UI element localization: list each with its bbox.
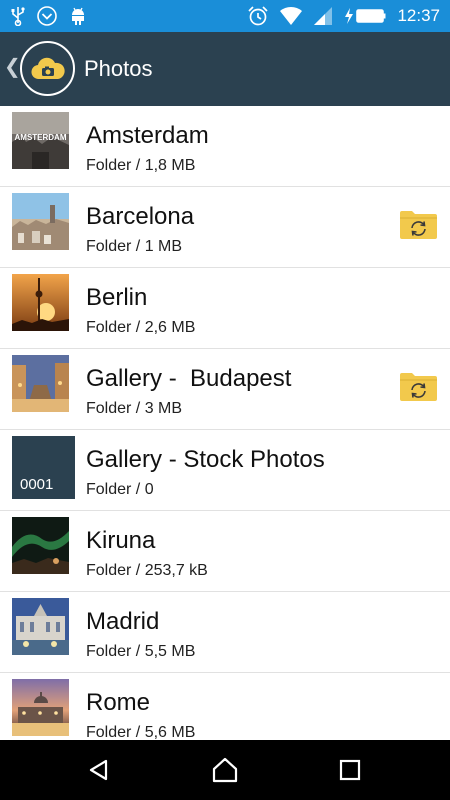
folder-row-barcelona[interactable]: Barcelona Folder / 1 MB <box>0 187 450 268</box>
page-title: Photos <box>84 56 153 81</box>
berlin-photo <box>12 274 69 331</box>
folder-name: Gallery - Budapest <box>86 365 292 392</box>
kiruna-photo <box>12 517 69 574</box>
barcelona-photo <box>12 193 69 250</box>
folder-name: Rome <box>86 689 151 716</box>
budapest-photo <box>12 355 69 412</box>
folder-name: Kiruna <box>86 527 156 554</box>
folder-info: Folder / 0 <box>86 481 154 498</box>
folder-row-kiruna[interactable]: Kiruna Folder / 253,7 kB <box>0 511 450 592</box>
back-triangle-icon[interactable] <box>83 754 115 786</box>
amsterdam-thumb-text: AMSTERDAM <box>15 133 67 142</box>
folder-name: Berlin <box>86 284 148 311</box>
folder-row-madrid[interactable]: Madrid Folder / 5,5 MB <box>0 592 450 673</box>
home-icon[interactable] <box>209 754 241 786</box>
rome-photo <box>12 679 69 736</box>
folder-info: Folder / 3 MB <box>86 400 183 417</box>
signal-icon <box>313 6 333 26</box>
folder-row-rome[interactable]: Rome Folder / 5,6 MB <box>0 673 450 740</box>
folder-name: Madrid <box>86 608 160 635</box>
folder-name: Amsterdam <box>86 122 209 149</box>
folder-list: AMSTERDAM Amsterdam Folder / 1,8 MB Barc… <box>0 106 450 740</box>
clock-time: 12:37 <box>397 6 440 25</box>
folder-name: Gallery - Stock Photos <box>86 446 325 473</box>
folder-row-stock-photos[interactable]: 0001 Gallery - Stock Photos Folder / 0 <box>0 430 450 511</box>
charging-battery-icon <box>343 6 387 26</box>
download-circle-icon <box>36 5 58 27</box>
usb-icon <box>10 6 26 26</box>
cloud-camera-icon[interactable] <box>20 41 75 96</box>
thumbnail-counter: 0001 <box>20 476 54 493</box>
folder-info: Folder / 253,7 kB <box>86 562 208 579</box>
amsterdam-photo: AMSTERDAM <box>12 112 69 169</box>
folder-info: Folder / 1 MB <box>86 238 183 255</box>
wifi-icon <box>279 6 303 26</box>
folder-name: Barcelona <box>86 203 195 230</box>
status-bar: 12:37 <box>0 0 450 32</box>
folder-info: Folder / 1,8 MB <box>86 157 196 174</box>
android-icon <box>68 6 88 26</box>
app-bar: ❮ Photos <box>0 32 450 106</box>
recents-icon[interactable] <box>334 754 366 786</box>
folder-placeholder-thumbnail: 0001 <box>12 436 75 499</box>
folder-info: Folder / 2,6 MB <box>86 319 196 336</box>
alarm-icon <box>247 5 269 27</box>
folder-row-amsterdam[interactable]: AMSTERDAM Amsterdam Folder / 1,8 MB <box>0 106 450 187</box>
chevron-left-icon[interactable]: ❮ <box>4 54 21 79</box>
folder-info: Folder / 5,5 MB <box>86 643 196 660</box>
sync-folder-icon[interactable] <box>399 209 438 240</box>
madrid-photo <box>12 598 69 655</box>
navigation-bar <box>0 740 450 800</box>
folder-row-budapest[interactable]: Gallery - Budapest Folder / 3 MB <box>0 349 450 430</box>
folder-info: Folder / 5,6 MB <box>86 724 196 740</box>
sync-folder-icon[interactable] <box>399 371 438 402</box>
folder-row-berlin[interactable]: Berlin Folder / 2,6 MB <box>0 268 450 349</box>
